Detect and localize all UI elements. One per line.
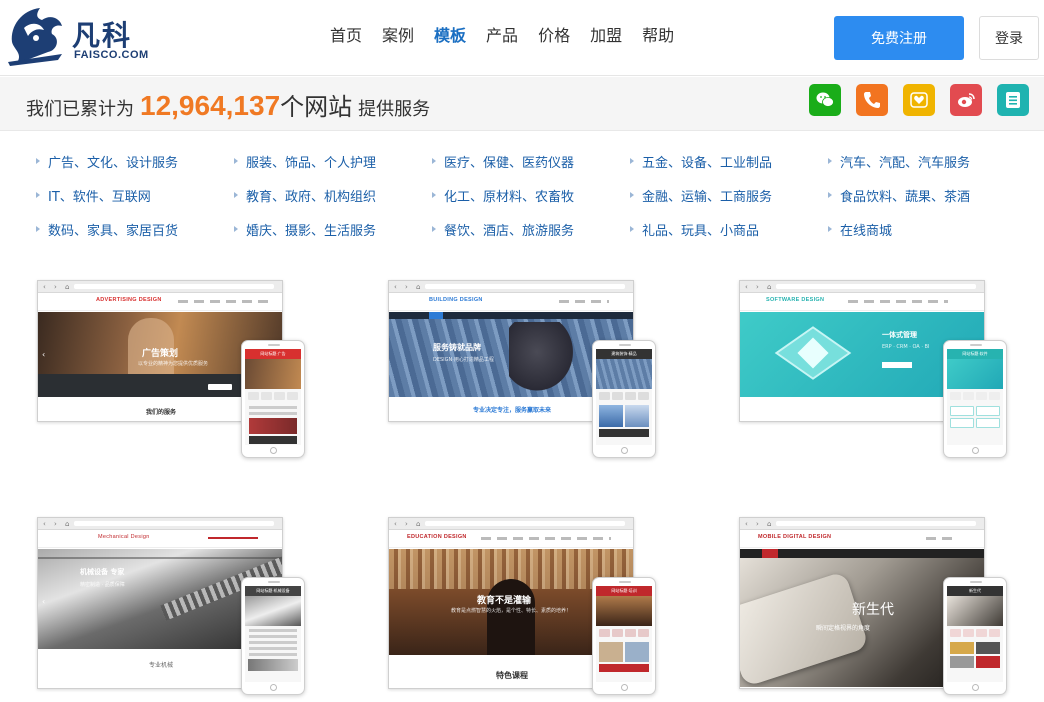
category-link[interactable]: 教育、政府、机构组织 [234, 186, 376, 205]
template-logo: EDUCATION DESIGN [407, 534, 467, 540]
phone-icon[interactable] [856, 84, 888, 116]
weibo-icon[interactable] [950, 84, 982, 116]
login-button[interactable]: 登录 [979, 16, 1039, 60]
category-link[interactable]: 化工、原材料、农畜牧 [432, 186, 574, 205]
logo-sailor-icon [8, 8, 62, 66]
template-logo: SOFTWARE DESIGN [766, 297, 825, 303]
category-link[interactable]: 食品饮料、蔬果、茶酒 [828, 186, 970, 205]
category-link[interactable]: 在线商城 [828, 220, 892, 239]
nav-help[interactable]: 帮助 [642, 24, 674, 48]
template-card-mobile-digital[interactable]: ‹ › ⌂ MOBILE DIGITAL DESIGN 新生代 瞬间定格视界的角… [739, 517, 1009, 699]
template-logo: Mechanical Design [98, 534, 150, 540]
form-icon[interactable] [997, 84, 1029, 116]
template-preview-mobile: 建筑装饰·精品 [592, 340, 656, 458]
category-link[interactable]: 餐饮、酒店、旅游服务 [432, 220, 574, 239]
template-hero-title: 服务铸就品牌 [433, 343, 481, 352]
brand-logo[interactable]: 凡科 FAISCO.COM [6, 4, 149, 68]
top-header: 凡科 FAISCO.COM 首页 案例 模板 产品 价格 加盟 帮助 免费注册 … [0, 0, 1044, 76]
category-link[interactable]: 广告、文化、设计服务 [36, 152, 178, 171]
main-nav: 首页 案例 模板 产品 价格 加盟 帮助 [330, 24, 694, 48]
template-card-advertising[interactable]: ‹ › ⌂ ADVERTISING DESIGN 广告策划 以专业的精神为您提供… [37, 280, 307, 462]
category-link[interactable]: 五金、设备、工业制品 [630, 152, 772, 171]
nav-franchise[interactable]: 加盟 [590, 24, 622, 48]
template-card-mechanical[interactable]: ‹ › ⌂ Mechanical Design 机械设备 专家 精密制造 · 品… [37, 517, 307, 699]
template-preview-mobile: 新生代 [943, 577, 1007, 695]
template-hero-title: 广告策划 [142, 349, 179, 359]
register-button[interactable]: 免费注册 [834, 16, 964, 60]
wechat-icon[interactable] [809, 84, 841, 116]
template-logo: BUILDING DESIGN [429, 297, 483, 303]
stat-unit: 个网站 [280, 93, 353, 121]
site-count-banner: 我们已累计为 12,964,137 个网站 提供服务 [26, 87, 430, 122]
template-hero-title: 教育不是灌输 [477, 596, 532, 606]
category-link[interactable]: 金融、运输、工商服务 [630, 186, 772, 205]
template-preview-mobile: 网站标题·培训 [592, 577, 656, 695]
stat-suffix: 提供服务 [358, 99, 431, 120]
template-preview-mobile: 网站标题·软件 [943, 340, 1007, 458]
nav-home[interactable]: 首页 [330, 24, 362, 48]
category-link[interactable]: 汽车、汽配、汽车服务 [828, 152, 970, 171]
stat-prefix: 我们已累计为 [26, 99, 134, 120]
category-link[interactable]: 礼品、玩具、小商品 [630, 220, 759, 239]
heart-icon[interactable] [903, 84, 935, 116]
template-preview-mobile: 网站标题·机械设备 [241, 577, 305, 695]
category-link[interactable]: 医疗、保健、医药仪器 [432, 152, 574, 171]
template-preview-mobile: 网站标题·广告 [241, 340, 305, 458]
nav-cases[interactable]: 案例 [382, 24, 414, 48]
brand-domain: FAISCO.COM [74, 49, 149, 61]
site-count: 12,964,137 [140, 90, 281, 121]
nav-products[interactable]: 产品 [486, 24, 518, 48]
nav-pricing[interactable]: 价格 [538, 24, 570, 48]
category-link[interactable]: 服装、饰品、个人护理 [234, 152, 376, 171]
template-logo: MOBILE DIGITAL DESIGN [758, 534, 832, 540]
nav-templates[interactable]: 模板 [434, 24, 466, 48]
category-link[interactable]: IT、软件、互联网 [36, 186, 151, 205]
template-hero-title: 一体式管理 [882, 331, 917, 339]
template-hero-title: 新生代 [852, 602, 894, 618]
template-card-software[interactable]: ‹ › ⌂ SOFTWARE DESIGN 一体式管理 ERP · CRM · … [739, 280, 1009, 462]
template-hero-title: 机械设备 专家 [80, 568, 125, 576]
category-link[interactable]: 婚庆、摄影、生活服务 [234, 220, 376, 239]
template-card-education[interactable]: ‹ › ⌂ EDUCATION DESIGN 教育不是灌输 教育是点燃智慧的火焰… [388, 517, 658, 699]
brand-name: 凡科 [72, 19, 133, 52]
template-logo: ADVERTISING DESIGN [96, 297, 162, 303]
category-link[interactable]: 数码、家具、家居百货 [36, 220, 178, 239]
template-card-building[interactable]: ‹ › ⌂ BUILDING DESIGN 服务铸就品牌 DESIGN·用心打造… [388, 280, 658, 462]
